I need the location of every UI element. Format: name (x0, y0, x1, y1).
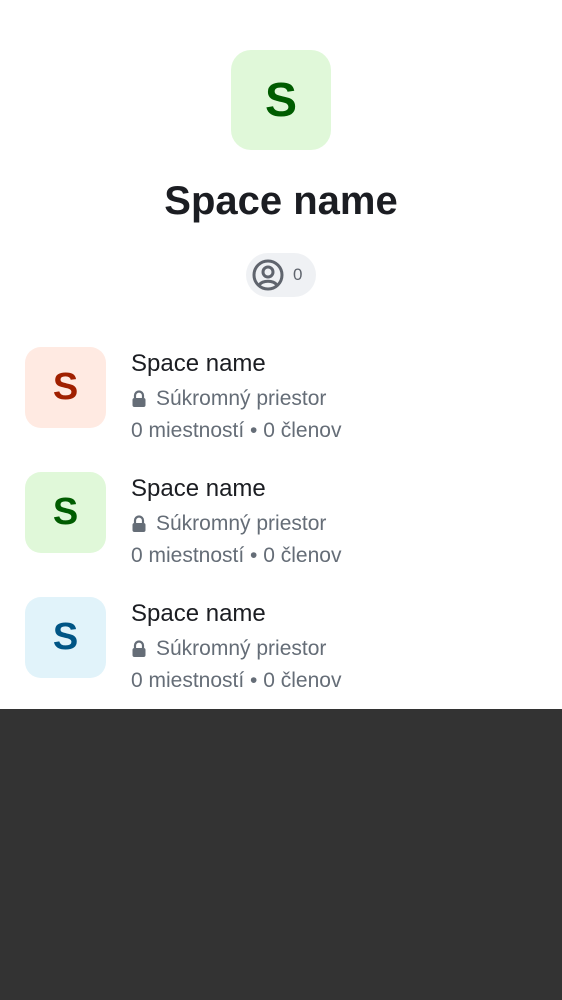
space-avatar-letter: S (264, 73, 297, 127)
child-space-list: S Space name Súkromný priestor 0 miestno… (0, 335, 562, 710)
child-space-privacy: Súkromný priestor (131, 635, 326, 663)
child-space-privacy: Súkromný priestor (131, 510, 326, 538)
child-space-row[interactable]: S Space name Súkromný priestor 0 miestno… (0, 460, 562, 585)
child-space-privacy-label: Súkromný priestor (156, 637, 327, 660)
child-space-avatar: S (25, 347, 106, 428)
member-count: 0 (293, 265, 303, 284)
child-space-stats: 0 miestností • 0 členov (131, 419, 342, 442)
child-space-privacy-label: Súkromný priestor (156, 387, 327, 410)
child-space-avatar: S (25, 472, 106, 553)
child-space-avatar-letter: S (52, 491, 79, 533)
space-avatar: S (231, 50, 331, 150)
space-title: Space name (164, 179, 398, 223)
member-count-button[interactable]: 0 (246, 253, 316, 297)
child-space-avatar-letter: S (52, 616, 79, 658)
child-space-avatar: S (25, 597, 106, 678)
user-circle-icon (251, 258, 285, 292)
space-overview: S Space name 0 S Space name Súkromný pri… (0, 0, 562, 709)
child-space-stats: 0 miestností • 0 členov (131, 669, 342, 692)
lock-icon (131, 389, 149, 409)
bottom-empty-area (0, 709, 562, 1000)
child-space-privacy: Súkromný priestor (131, 385, 326, 413)
child-space-name: Space name (131, 350, 266, 377)
child-space-row[interactable]: S Space name Súkromný priestor 0 miestno… (0, 585, 562, 710)
child-space-privacy-label: Súkromný priestor (156, 512, 327, 535)
child-space-name: Space name (131, 600, 266, 627)
child-space-avatar-letter: S (52, 366, 79, 408)
child-space-name: Space name (131, 475, 266, 502)
lock-icon (131, 514, 149, 534)
child-space-row[interactable]: S Space name Súkromný priestor 0 miestno… (0, 335, 562, 460)
lock-icon (131, 639, 149, 659)
child-space-stats: 0 miestností • 0 členov (131, 544, 342, 567)
